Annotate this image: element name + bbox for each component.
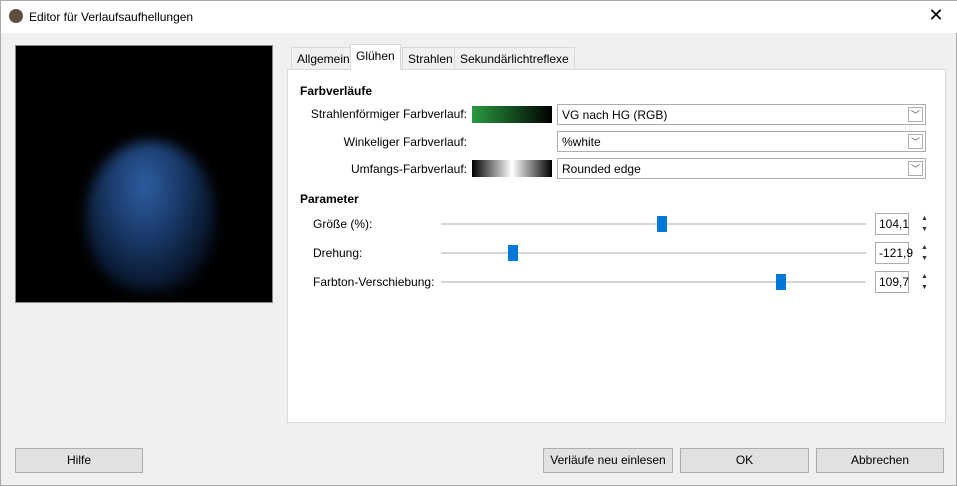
parameters-heading: Parameter xyxy=(300,192,359,206)
tab-strahlen[interactable]: Strahlen xyxy=(402,47,459,70)
chevron-down-icon: ﹀ xyxy=(908,161,923,176)
window-title: Editor für Verlaufsaufhellungen xyxy=(29,10,194,24)
param-label: Größe (%): xyxy=(313,217,373,231)
param-slider[interactable] xyxy=(441,281,866,283)
radial-gradient-value: VG nach HG (RGB) xyxy=(562,108,668,122)
radial-gradient-swatch xyxy=(472,106,552,123)
close-icon[interactable]: ✕ xyxy=(926,5,946,26)
preview-glow xyxy=(86,141,216,291)
slider-handle[interactable] xyxy=(776,274,786,290)
gradients-heading: Farbverläufe xyxy=(300,84,373,98)
param-slider[interactable] xyxy=(441,252,866,254)
size-gradient-select[interactable]: Rounded edge ﹀ xyxy=(557,158,926,179)
spin-arrows-icon[interactable]: ▲ ▼ xyxy=(920,213,929,235)
slider-handle[interactable] xyxy=(657,216,667,232)
radial-gradient-label: Strahlenförmiger Farbverlauf: xyxy=(310,107,467,121)
slider-handle[interactable] xyxy=(508,245,519,261)
param-spinbox[interactable]: 109,7 xyxy=(875,271,909,293)
angular-gradient-value: %white xyxy=(562,135,601,149)
chevron-down-icon: ﹀ xyxy=(908,107,923,122)
spin-arrows-icon[interactable]: ▲ ▼ xyxy=(920,242,929,264)
gimp-app-icon xyxy=(9,9,23,23)
tab-allgemein[interactable]: Allgemein xyxy=(291,47,356,70)
tab-sekundaerlichtreflexe[interactable]: Sekundärlichtreflexe xyxy=(454,47,575,70)
angular-gradient-select[interactable]: %white ﹀ xyxy=(557,131,926,152)
chevron-down-icon: ﹀ xyxy=(908,134,923,149)
param-label: Drehung: xyxy=(313,246,363,260)
param-label: Farbton-Verschiebung: xyxy=(313,275,435,289)
size-gradient-label: Umfangs-Farbverlauf: xyxy=(350,162,467,176)
angular-gradient-label: Winkeliger Farbverlauf: xyxy=(343,135,467,149)
param-spinbox[interactable]: 104,1 xyxy=(875,213,909,235)
ok-button[interactable]: OK xyxy=(680,448,809,473)
spin-arrows-icon[interactable]: ▲ ▼ xyxy=(920,271,929,293)
cancel-button[interactable]: Abbrechen xyxy=(816,448,944,473)
help-button[interactable]: Hilfe xyxy=(15,448,143,473)
reload-gradients-button[interactable]: Verläufe neu einlesen xyxy=(543,448,673,473)
param-spinbox[interactable]: -121,9 xyxy=(875,242,913,264)
flare-preview xyxy=(15,45,273,303)
tab-gluehen[interactable]: Glühen xyxy=(350,44,401,70)
size-gradient-value: Rounded edge xyxy=(562,162,641,176)
param-slider[interactable] xyxy=(441,223,866,225)
size-gradient-swatch xyxy=(472,160,552,177)
radial-gradient-select[interactable]: VG nach HG (RGB) ﹀ xyxy=(557,104,926,125)
